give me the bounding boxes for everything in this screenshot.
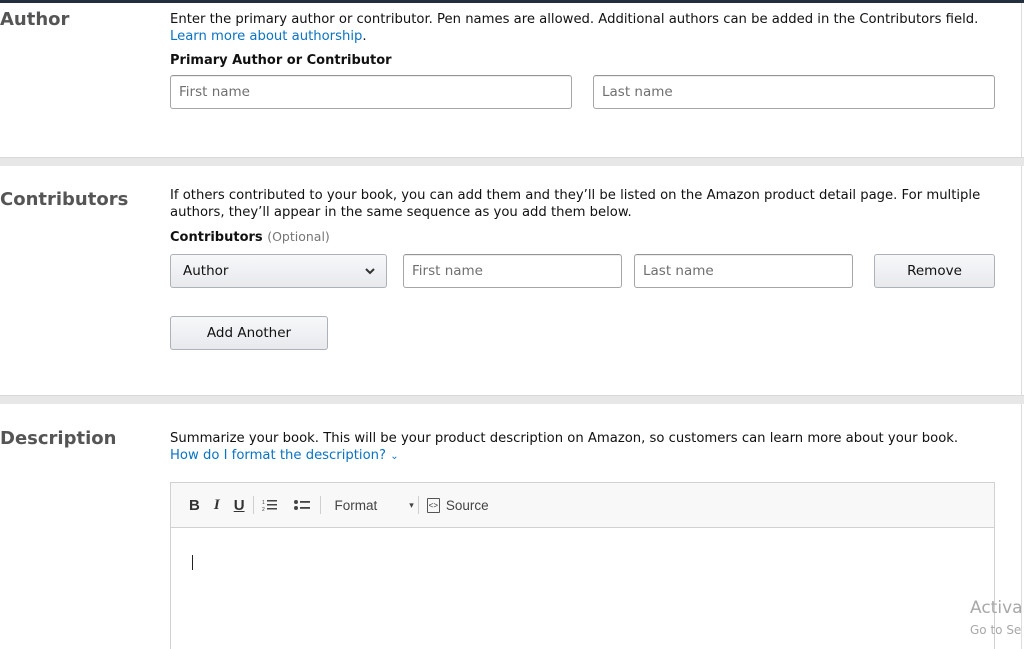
contributor-role-select[interactable]: Author — [170, 254, 387, 288]
bold-button[interactable]: B — [189, 497, 200, 514]
description-section-title: Description — [0, 428, 117, 449]
page-right-border — [1021, 3, 1022, 649]
remove-contributor-button[interactable]: Remove — [874, 254, 995, 288]
toolbar-separator — [252, 496, 254, 514]
contributors-section-title: Contributors — [0, 189, 129, 210]
optional-label: (Optional) — [267, 229, 330, 244]
contributor-last-name-input[interactable]: Last name — [634, 254, 853, 288]
author-first-name-input[interactable]: First name — [170, 75, 572, 109]
activation-watermark-subtitle: Go to Se — [970, 623, 1022, 637]
section-divider — [0, 157, 1024, 166]
source-button[interactable]: Source — [446, 498, 489, 513]
activation-watermark-title: Activa — [970, 598, 1023, 618]
format-description-link[interactable]: How do I format the description? ⌄ — [170, 448, 399, 463]
add-another-button[interactable]: Add Another — [170, 316, 328, 350]
text-cursor — [192, 555, 193, 570]
chevron-down-icon — [364, 255, 376, 299]
top-nav-bar — [0, 0, 1024, 3]
svg-text:2: 2 — [262, 507, 265, 512]
chevron-down-icon: ⌄ — [390, 451, 399, 462]
format-dropdown[interactable]: Format — [335, 498, 378, 513]
contributor-role-value: Author — [183, 263, 229, 279]
svg-text:1: 1 — [262, 500, 265, 506]
numbered-list-icon[interactable]: 12 — [262, 498, 278, 513]
toolbar-separator — [417, 496, 419, 514]
source-code-icon: <> — [426, 497, 440, 513]
bulleted-list-icon[interactable] — [293, 498, 310, 512]
author-last-name-input[interactable]: Last name — [593, 75, 995, 109]
contributors-label: Contributors (Optional) — [170, 229, 330, 245]
primary-author-label: Primary Author or Contributor — [170, 53, 392, 68]
description-rich-text-editor[interactable]: B I U 12 Format ▾ <> Source — [170, 482, 995, 649]
contributor-first-name-input[interactable]: First name — [403, 254, 622, 288]
author-section-title: Author — [0, 9, 70, 30]
contributors-help-text: If others contributed to your book, you … — [170, 188, 981, 220]
caret-down-icon: ▾ — [409, 499, 414, 510]
description-help-text: Summarize your book. This will be your p… — [170, 431, 959, 463]
underline-button[interactable]: U — [234, 497, 245, 514]
learn-more-authorship-link[interactable]: Learn more about authorship — [170, 29, 362, 44]
editor-toolbar: B I U 12 Format ▾ <> Source — [171, 483, 994, 528]
section-divider — [0, 395, 1024, 404]
toolbar-separator — [319, 496, 321, 514]
author-help-text: Enter the primary author or contributor.… — [170, 12, 979, 44]
italic-button[interactable]: I — [214, 497, 220, 514]
